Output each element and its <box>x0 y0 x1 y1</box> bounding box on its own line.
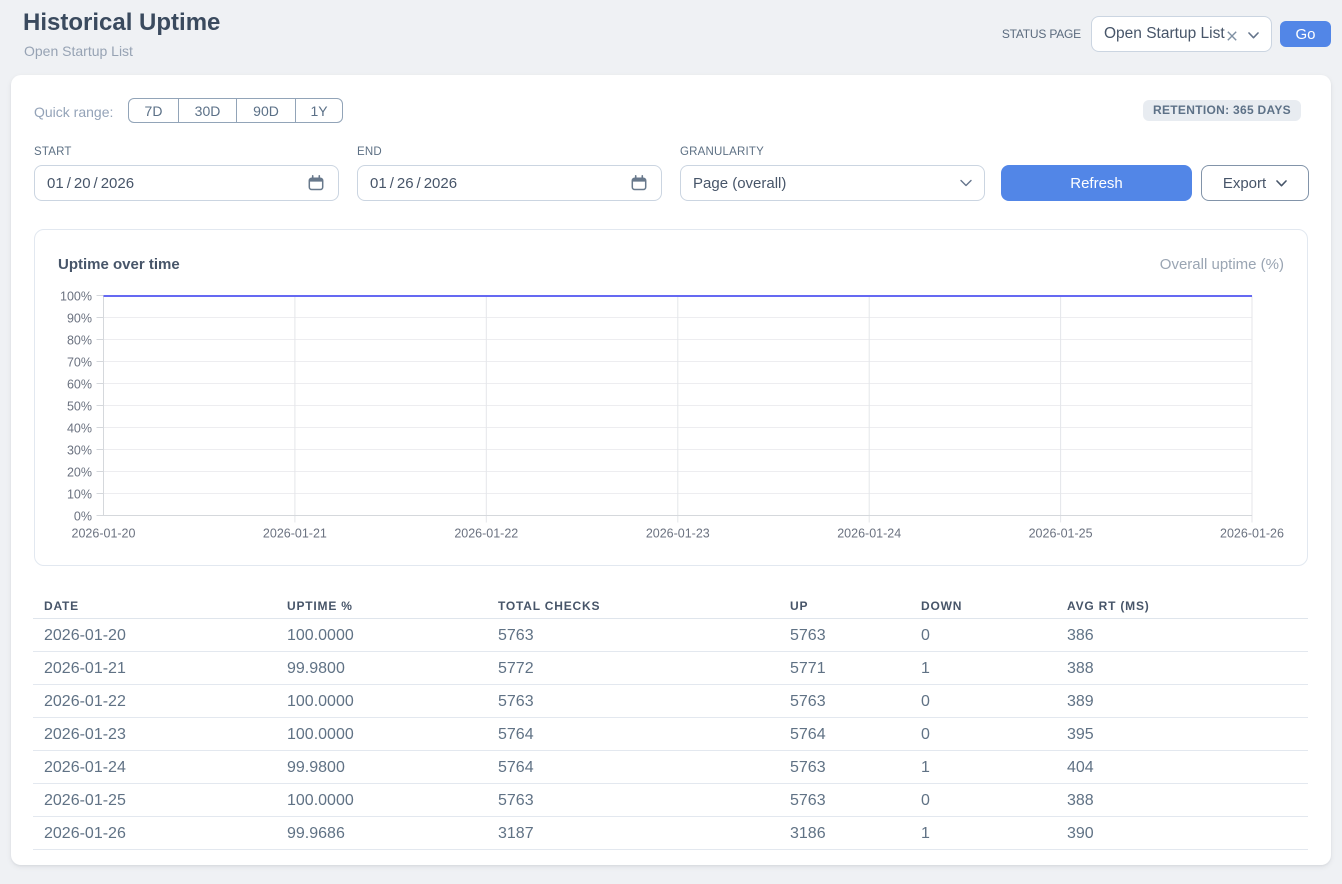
svg-text:20%: 20% <box>67 466 92 480</box>
svg-text:2026-01-23: 2026-01-23 <box>646 527 710 541</box>
svg-text:2026-01-25: 2026-01-25 <box>1029 527 1093 541</box>
svg-text:2026-01-26: 2026-01-26 <box>1220 527 1284 541</box>
svg-text:2026-01-21: 2026-01-21 <box>263 527 327 541</box>
svg-text:70%: 70% <box>67 355 92 369</box>
svg-text:40%: 40% <box>67 422 92 436</box>
svg-text:30%: 30% <box>67 444 92 458</box>
svg-text:2026-01-22: 2026-01-22 <box>454 527 518 541</box>
svg-text:50%: 50% <box>67 400 92 414</box>
svg-text:60%: 60% <box>67 377 92 391</box>
svg-text:100%: 100% <box>60 289 92 303</box>
svg-text:2026-01-24: 2026-01-24 <box>837 527 901 541</box>
svg-text:2026-01-20: 2026-01-20 <box>72 527 136 541</box>
svg-text:80%: 80% <box>67 333 92 347</box>
svg-text:90%: 90% <box>67 311 92 325</box>
svg-text:0%: 0% <box>74 510 92 524</box>
svg-text:10%: 10% <box>67 488 92 502</box>
